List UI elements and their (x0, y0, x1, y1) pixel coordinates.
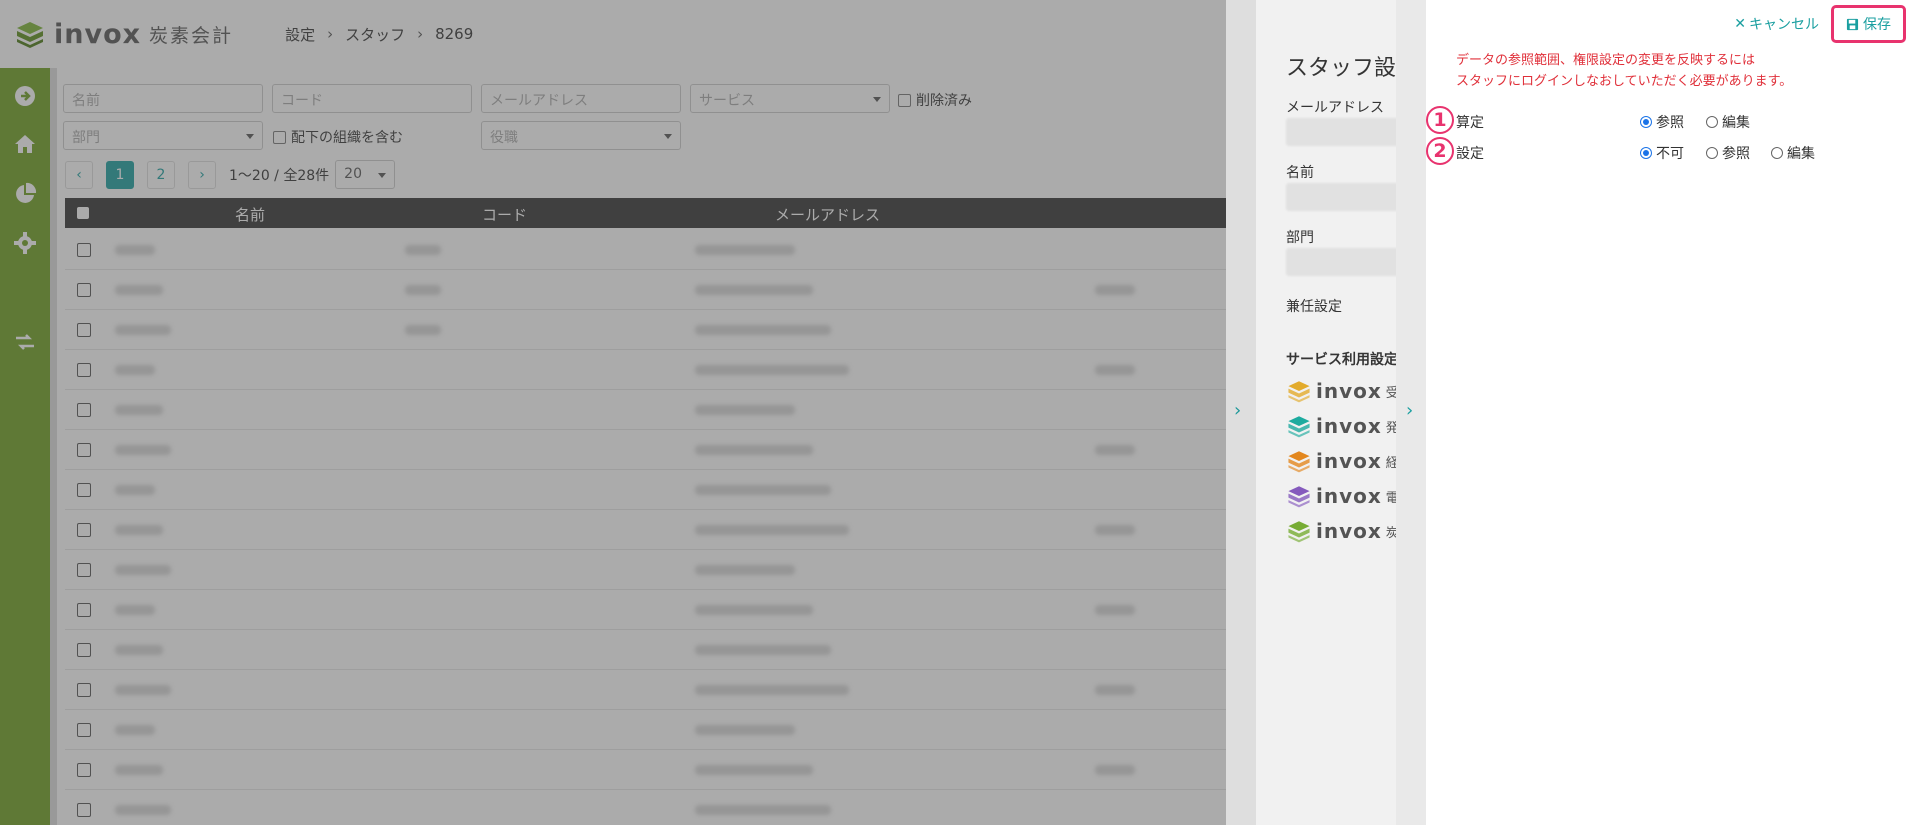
chevron-right-icon[interactable]: › (1406, 400, 1413, 421)
drawer-actions: ✕ キャンセル 保存 (1734, 0, 1916, 48)
overlay-backdrop[interactable] (0, 0, 1226, 825)
radio-label: 不可 (1656, 146, 1684, 162)
drawer-gutter[interactable]: › (1396, 0, 1426, 825)
cancel-button[interactable]: ✕ キャンセル (1734, 14, 1819, 34)
notice-line-2: スタッフにログインしなおしていただく必要があります。 (1456, 74, 1793, 89)
cancel-label: キャンセル (1749, 17, 1819, 33)
permission-row: 2 設定 不可 参照 編集 (1426, 137, 1906, 165)
radio-label: 参照 (1722, 146, 1750, 162)
app-root: invox 炭素会計 設定 › スタッフ › 8269 名前 コード メールアド… (0, 0, 1916, 825)
permission-row: 1 算定 参照 編集 (1426, 106, 1906, 134)
radio-label: 編集 (1787, 146, 1815, 162)
radio-dot[interactable] (1706, 116, 1718, 128)
save-label: 保存 (1863, 17, 1891, 33)
radio-dot[interactable] (1640, 147, 1652, 159)
permission-radio[interactable]: 編集 (1706, 112, 1750, 132)
radio-label: 編集 (1722, 115, 1750, 131)
relogin-notice: データの参照範囲、権限設定の変更を反映するには スタッフにログインしなおしていた… (1456, 50, 1792, 92)
notice-line-1: データの参照範囲、権限設定の変更を反映するには (1456, 53, 1756, 68)
radio-label: 参照 (1656, 115, 1684, 131)
permission-radio[interactable]: 参照 (1640, 112, 1684, 132)
permission-radio[interactable]: 編集 (1771, 143, 1815, 163)
radio-dot[interactable] (1771, 147, 1783, 159)
overlay-backdrop-2[interactable] (1226, 0, 1396, 825)
close-icon: ✕ (1734, 16, 1746, 32)
permission-label: 設定 (1456, 146, 1484, 162)
step-badge: 2 (1426, 137, 1454, 165)
save-button[interactable]: 保存 (1831, 5, 1906, 43)
permission-radio[interactable]: 参照 (1706, 143, 1750, 163)
permission-drawer: › ✕ キャンセル 保存 データの参照範囲、権限設定の変更を反映するには スタッ… (1396, 0, 1916, 825)
radio-dot[interactable] (1640, 116, 1652, 128)
radio-dot[interactable] (1706, 147, 1718, 159)
floppy-disk-icon (1846, 18, 1859, 30)
permission-label: 算定 (1456, 115, 1484, 131)
step-badge: 1 (1426, 106, 1454, 134)
permission-radio[interactable]: 不可 (1640, 143, 1684, 163)
